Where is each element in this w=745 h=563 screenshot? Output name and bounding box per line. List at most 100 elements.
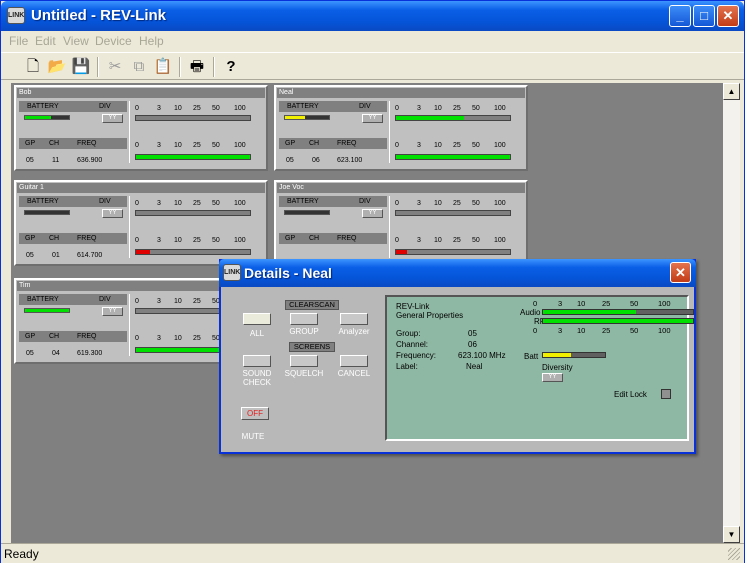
div-label: DIV [99,296,111,303]
scale-tick: 100 [658,299,671,308]
battery-div-header: BATTERY DIV [19,196,127,207]
dialog-title-bar[interactable]: LINK Details - Neal ✕ [219,259,696,287]
batt-meter [542,352,606,358]
batt-label: Batt [524,352,539,361]
copy-icon[interactable]: ⧉ [129,57,149,77]
audio-meter [395,115,511,121]
receiver-panel[interactable]: Bob BATTERY DIV YY 0 3 10 25 50 100 GP CH FRE… [14,85,268,171]
scale-tick: 10 [434,142,442,149]
channel-value: 04 [52,350,60,357]
receiver-panel[interactable]: Joe Voc BATTERY DIV YY 0 3 10 25 50 100 GP CH… [274,180,528,266]
battery-meter [24,210,70,215]
scale-tick: 25 [602,326,611,335]
diversity-icon: YY [542,373,563,382]
menu-bar: File Edit View Device Help [1,31,744,51]
minimize-button[interactable]: _ [669,5,691,27]
scale-tick: 100 [494,142,506,149]
scale-tick: 100 [494,200,506,207]
panel-divider [389,196,390,258]
toolbar-separator [179,57,181,77]
scale-tick: 100 [234,200,246,207]
open-icon[interactable]: 📂 [47,57,67,77]
dialog-body: CLEARSCAN ALL GROUP Analyzer SCREENS SOU… [221,287,694,452]
gp-label: GP [285,235,296,242]
edit-lock-checkbox[interactable] [661,389,671,399]
sound-check-button[interactable] [243,355,271,367]
batt-meter-fill [543,353,571,357]
scroll-up-button[interactable]: ▲ [723,83,740,100]
all-button[interactable] [243,313,271,325]
menu-device[interactable]: Device [95,34,132,48]
scale-tick: 3 [157,200,161,207]
audio-meter [395,210,511,216]
cancel-button[interactable] [340,355,368,367]
diversity-icon: YY [362,209,383,218]
analyzer-label: Analyzer [338,327,370,336]
menu-help[interactable]: Help [139,34,164,48]
battery-meter-fill [25,309,69,312]
maximize-button[interactable]: □ [693,5,715,27]
analyzer-button[interactable] [340,313,368,325]
battery-label: BATTERY [287,103,319,110]
scale-tick: 25 [193,200,201,207]
battery-meter [284,115,330,120]
menu-file[interactable]: File [9,34,28,48]
gp-label: GP [25,235,36,242]
group-value: 05 [26,252,34,259]
paste-icon[interactable]: 📋 [153,57,173,77]
audio-meter [542,309,694,315]
mute-label: MUTE [241,432,265,441]
cut-icon[interactable]: ✂ [105,57,125,77]
scale-tick: 50 [212,142,220,149]
title-bar[interactable]: LINK Untitled - REV-Link _ □ ✕ [1,1,744,31]
battery-meter [24,308,70,313]
menu-edit[interactable]: Edit [35,34,56,48]
diversity-label: Diversity [542,363,573,372]
scale-tick: 25 [453,237,461,244]
receiver-panel[interactable]: Neal BATTERY DIV YY 0 3 10 25 50 100 GP CH FR… [274,85,528,171]
close-button[interactable]: ✕ [717,5,739,27]
channel-field-label: Channel: [396,340,429,349]
gp-label: GP [25,140,36,147]
gp-label: GP [285,140,296,147]
help-icon[interactable]: ? [221,57,241,77]
receiver-values: 05 04 619.300 [22,350,122,359]
toolbar-separator [213,57,215,77]
group-button[interactable] [290,313,318,325]
rf-meter-fill [396,250,408,254]
receiver-name: Neal [277,88,525,98]
new-icon[interactable]: 🗋 [23,57,43,77]
scale-tick: 10 [577,326,586,335]
device-name: REV-Link [396,302,430,311]
gp-ch-freq-header: GP CH FREQ [279,138,387,149]
battery-label: BATTERY [27,296,59,303]
mute-off-button[interactable]: OFF [241,407,269,420]
battery-label: BATTERY [27,198,59,205]
print-icon[interactable]: 🖶 [187,57,207,77]
vertical-scrollbar[interactable]: ▲ ▼ [723,83,740,543]
receiver-panel[interactable]: Guitar 1 BATTERY DIV YY 0 3 10 25 50 100 GP C… [14,180,268,266]
save-icon[interactable]: 💾 [71,57,91,77]
dialog-close-button[interactable]: ✕ [670,262,691,283]
meter-scale: 0 3 10 25 50 100 [395,105,519,114]
scale-tick: 50 [472,105,480,112]
panel-divider [129,294,130,356]
battery-div-header: BATTERY DIV [279,196,387,207]
squelch-button[interactable] [290,355,318,367]
properties-panel: REV-Link General Properties Group: 05 Ch… [385,295,694,441]
clearscan-header: CLEARSCAN [285,300,339,310]
scale-tick: 100 [234,105,246,112]
menu-view[interactable]: View [63,34,89,48]
battery-meter [284,210,330,215]
group-value: 05 [286,157,294,164]
scroll-down-button[interactable]: ▼ [723,526,740,543]
scale-tick: 3 [157,142,161,149]
scale-tick: 0 [395,237,399,244]
ch-label: CH [49,333,60,340]
frequency-value: 619.300 [77,350,103,357]
gp-ch-freq-header: GP CH FREQ [279,233,387,244]
resize-grip[interactable] [728,548,740,560]
panel-divider [129,196,130,258]
rf-meter [135,154,251,160]
scale-tick: 3 [157,335,161,342]
